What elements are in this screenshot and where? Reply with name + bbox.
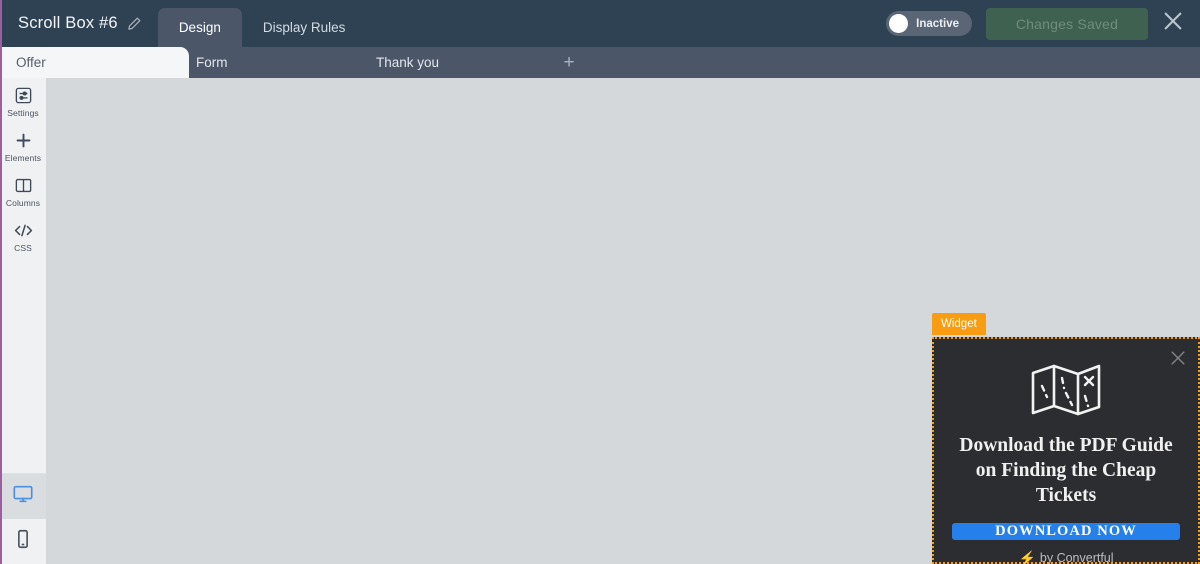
widget-label-badge[interactable]: Widget [932,313,986,335]
page-tab-thank-you[interactable]: Thank you [376,47,439,78]
mobile-icon [12,528,34,555]
sidebar-label-columns: Columns [5,198,41,208]
editor-window: Scroll Box #6 Design Display Rules Inact… [0,0,1200,564]
app-header: Scroll Box #6 Design Display Rules Inact… [0,0,1200,47]
header-tabs: Design Display Rules [157,0,367,47]
device-toggle-mobile[interactable] [0,519,46,564]
branding-text: by Convertful [1039,550,1114,564]
lightning-bolt-icon: ⚡ [1018,549,1036,564]
convertful-branding[interactable]: ⚡ by Convertful [1018,551,1113,564]
widget-preview[interactable]: Download the PDF Guide on Finding the Ch… [932,337,1200,564]
active-state-toggle[interactable]: Inactive [886,11,972,36]
settings-sliders-icon [14,86,33,105]
sidebar-spacer [0,258,46,474]
code-icon [13,221,34,240]
page-title: Scroll Box #6 [18,14,118,32]
sidebar-label-settings: Settings [7,108,39,118]
columns-icon [14,176,33,195]
sidebar-label-elements: Elements [4,153,42,163]
plus-icon [14,131,33,150]
tab-display-rules[interactable]: Display Rules [242,8,367,47]
close-icon[interactable] [1162,10,1184,37]
device-toggle-desktop[interactable] [0,474,46,519]
sidebar-item-settings[interactable]: Settings [0,78,46,123]
campaign-title-group: Scroll Box #6 [0,0,158,47]
widget-close-icon[interactable] [1168,348,1188,368]
pencil-icon[interactable] [127,16,142,31]
page-tab-offer[interactable]: Offer [0,47,189,78]
desktop-icon [12,483,34,510]
folded-map-icon [1029,361,1103,424]
toggle-label: Inactive [916,17,959,30]
window-left-edge [0,0,2,564]
add-page-tab-button[interactable]: + [556,47,582,78]
header-actions: Inactive Changes Saved [886,0,1200,47]
download-now-button[interactable]: DOWNLOAD NOW [952,522,1180,540]
page-tab-bar: Offer Form Thank you + [0,47,1200,78]
toggle-knob [889,14,909,33]
sidebar-item-columns[interactable]: Columns [0,168,46,213]
tab-design[interactable]: Design [157,8,242,47]
sidebar-label-css: CSS [14,243,32,253]
save-button[interactable]: Changes Saved [986,7,1148,40]
widget-headline: Download the PDF Guide on Finding the Ch… [959,435,1173,506]
page-tab-form[interactable]: Form [196,47,228,78]
tool-sidebar: Settings Elements Columns CSS [0,78,46,564]
sidebar-item-css[interactable]: CSS [0,213,46,258]
sidebar-item-elements[interactable]: Elements [0,123,46,168]
